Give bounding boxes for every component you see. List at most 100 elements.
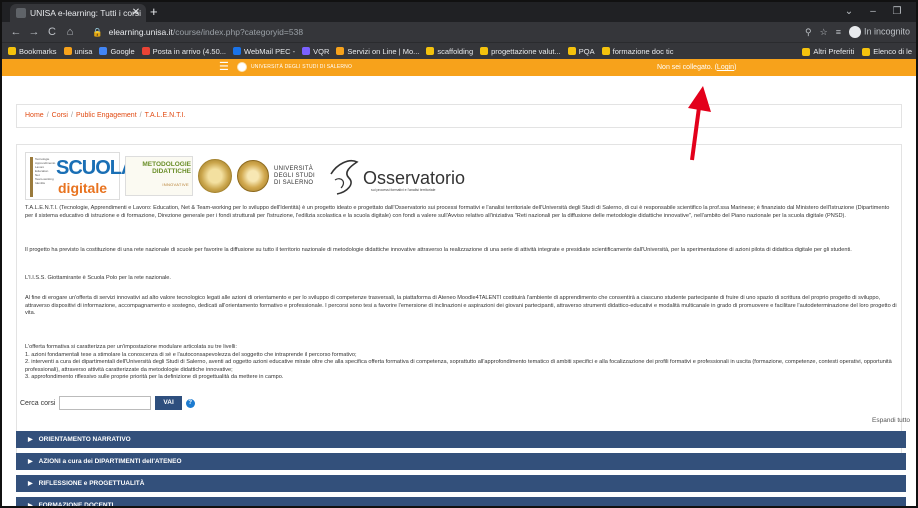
incognito-indicator[interactable]: In incognito [848, 26, 910, 38]
annotation-arrow-icon [688, 86, 711, 161]
bookmark-item[interactable]: Elenco di le [862, 47, 912, 56]
bookmark-label: Posta in arrivo (4.50... [152, 46, 227, 56]
republic-seal-icon [198, 159, 232, 193]
metodologie-sub: INNOVATIVE [162, 182, 189, 187]
servizi-icon [336, 47, 345, 55]
bookmark-item[interactable]: PQA [567, 47, 595, 56]
description-paragraph: T.A.L.E.N.T.I. (Tecnologie, Apprendiment… [25, 205, 890, 219]
description-paragraph: Il progetto ha previsto la costituzione … [25, 247, 852, 253]
bookmark-label: Servizi on Line | Mo... [347, 46, 420, 56]
osservatorio-logo: Osservatorio sui processi formativi e l'… [327, 152, 477, 200]
forward-icon[interactable]: → [26, 22, 42, 42]
url-domain: elearning.unisa.it [108, 27, 173, 37]
reading-list-icon [862, 47, 871, 56]
caret-right-icon: ▶ [28, 481, 33, 487]
help-icon[interactable]: ? [185, 398, 195, 408]
breadcrumb-talenti[interactable]: T.A.L.E.N.T.I. [145, 112, 186, 119]
university-name: UNIVERSITÀ DEGLI STUDI DI SALERNO [274, 165, 315, 186]
search-input[interactable] [59, 396, 152, 410]
url-path: /course/index.php?categoryid=538 [172, 27, 304, 37]
bookmark-star-icon[interactable]: ☆ [820, 27, 828, 38]
site-header: ☰ UNIVERSITÀ DEGLI STUDI DI SALERNO Non … [2, 59, 916, 76]
reload-icon[interactable]: C [44, 22, 60, 42]
moodle-favicon-icon [16, 8, 26, 18]
login-suffix: ) [734, 64, 737, 71]
bookmark-label: Altri Preferiti [813, 47, 855, 56]
search-button[interactable]: VAI [155, 396, 182, 410]
gmail-icon [141, 47, 150, 55]
search-label: Cerca corsi [20, 399, 56, 407]
vqr-icon [302, 47, 311, 55]
tab-title: UNISA e-learning: Tutti i corsi [30, 8, 142, 18]
new-tab-icon[interactable]: + [150, 4, 158, 20]
category-item[interactable]: ▶ ORIENTAMENTO NARRATIVO [16, 431, 906, 448]
breadcrumb-corsi[interactable]: Corsi [52, 112, 68, 119]
folder-icon [802, 47, 811, 56]
browser-tab-bar: UNISA e-learning: Tutti i corsi ✕ + ⌄ – … [2, 2, 916, 22]
lock-icon: 🔒 [92, 27, 103, 37]
browser-address-bar: ← → C ⌂ 🔒 elearning.unisa.it/course/index… [2, 22, 916, 42]
description-paragraph: L'offerta formativa si caratterizza per … [25, 344, 892, 380]
bookmark-item[interactable]: unisa [63, 47, 92, 56]
bookmark-label: WebMail PEC - [244, 46, 296, 56]
bookmark-item[interactable]: Bookmarks [8, 47, 57, 56]
minimize-icon[interactable]: – [862, 2, 884, 22]
category-item[interactable]: ▶ AZIONI a cura dei DIPARTIMENTI dell'ATE… [16, 453, 906, 470]
breadcrumb-home[interactable]: Home [25, 112, 44, 119]
description-paragraph: L'I.I.S.S. Giottamirante è Scuola Polo p… [25, 275, 171, 281]
talenti-acronym-list: Tecnologie Apprendimento Lavoro Educatio… [30, 157, 55, 197]
category-item[interactable]: ▶ FORMAZIONE DOCENTI [16, 497, 906, 508]
bookmark-item[interactable]: Posta in arrivo (4.50... [141, 46, 227, 56]
bookmark-item[interactable]: Altri Preferiti [802, 47, 854, 56]
course-search: Cerca corsi VAI ? [20, 396, 195, 410]
tab-search-icon[interactable]: ⌄ [838, 2, 860, 22]
bookmark-label: Google [110, 46, 135, 56]
login-prefix: Non sei collegato. ( [657, 64, 717, 71]
bookmarks-bar-right: Altri Preferiti Elenco di le [796, 43, 912, 59]
folder-icon [567, 47, 576, 55]
bookmark-item[interactable]: Servizi on Line | Mo... [336, 47, 419, 56]
osservatorio-subtitle: sui processi formativi e l'analisi terri… [371, 188, 436, 192]
bookmark-item[interactable]: WebMail PEC - [233, 47, 295, 56]
caret-right-icon: ▶ [28, 503, 33, 508]
breadcrumb: Home / Corsi / Public Engagement / T.A.L.E.N.T… [25, 112, 186, 119]
category-item[interactable]: ▶ RIFLESSIONE e PROGETTUALITÀ [16, 475, 906, 492]
bookmark-label: progettazione valut... [491, 46, 561, 56]
breadcrumb-container: Home / Corsi / Public Engagement / T.A.L.E.N.T… [16, 104, 902, 128]
bookmark-label: VQR [313, 46, 330, 56]
reading-mode-icon[interactable]: ≡ [836, 27, 841, 37]
screenshot-frame: UNISA e-learning: Tutti i corsi ✕ + ⌄ – … [0, 0, 918, 508]
incognito-label: In incognito [863, 26, 910, 37]
close-tab-icon[interactable]: ✕ [130, 4, 142, 22]
hamburger-menu-icon[interactable]: ☰ [219, 62, 229, 73]
star-icon [8, 47, 16, 55]
category-label: FORMAZIONE DOCENTI [38, 502, 114, 508]
site-name: UNIVERSITÀ DEGLI STUDI DI SALERNO [251, 64, 353, 70]
unisa-logo[interactable] [237, 62, 247, 72]
bookmark-item[interactable]: formazione doc tic [601, 47, 673, 56]
digitale-text: digitale [58, 180, 108, 196]
browser-tab[interactable]: UNISA e-learning: Tutti i corsi ✕ [10, 4, 146, 22]
category-label: AZIONI a cura dei DIPARTIMENTI dell'ATEN… [38, 458, 182, 465]
bookmark-item[interactable]: scaffolding [426, 47, 473, 56]
scuola-text: SCUOLA [56, 157, 135, 179]
home-icon[interactable]: ⌂ [62, 22, 78, 42]
expand-all-link[interactable]: Espandi tutto [872, 417, 910, 424]
back-icon[interactable]: ← [8, 22, 24, 42]
folder-icon [426, 47, 435, 55]
metodologie-didattiche-logo: METODOLOGIE DIDATTICHE INNOVATIVE [125, 156, 193, 196]
url-field[interactable]: 🔒 elearning.unisa.it/course/index.php?cat… [92, 25, 852, 39]
bookmark-item[interactable]: progettazione valut... [480, 47, 561, 56]
logo-strip: Tecnologie Apprendimento Lavoro Educatio… [25, 151, 477, 201]
bookmark-item[interactable]: VQR [302, 47, 329, 56]
bookmarks-bar: Bookmarks unisa Google Posta in arrivo (4.5… [2, 42, 916, 59]
osservatorio-title: Osservatorio [363, 168, 466, 188]
breadcrumb-public-engagement[interactable]: Public Engagement [76, 112, 137, 119]
restore-icon[interactable]: ❐ [886, 2, 908, 22]
bookmark-item[interactable]: Google [99, 46, 135, 56]
zoom-icon[interactable]: ⚲ [805, 27, 812, 38]
bookmark-label: scaffolding [437, 46, 474, 56]
unisa-seal-icon [237, 160, 269, 192]
login-link[interactable]: Login [717, 64, 734, 71]
webmail-icon [233, 47, 242, 55]
